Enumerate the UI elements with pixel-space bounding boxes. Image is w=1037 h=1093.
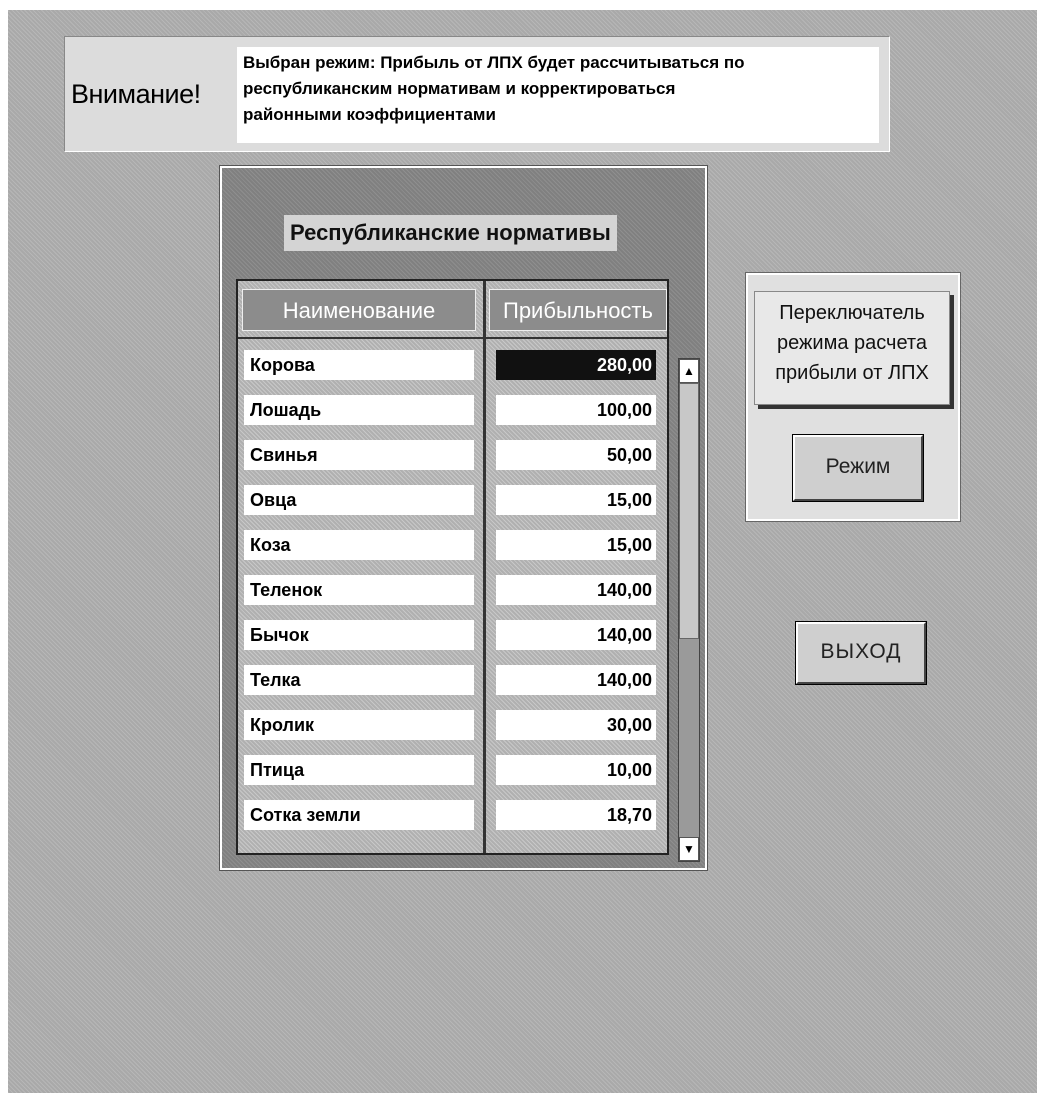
cell-name[interactable]: Сотка земли xyxy=(244,800,474,830)
cell-profitability[interactable]: 15,00 xyxy=(496,485,656,515)
table-row[interactable]: Птица 10,00 xyxy=(238,753,671,787)
table-row[interactable]: Коза 15,00 xyxy=(238,528,671,562)
column-header-profit[interactable]: Прибыльность xyxy=(489,289,667,331)
cell-name[interactable]: Корова xyxy=(244,350,474,380)
mode-switch-label: Переключатель режима расчета прибыли от … xyxy=(754,291,950,405)
cell-name[interactable]: Кролик xyxy=(244,710,474,740)
table-row[interactable]: Кролик 30,00 xyxy=(238,708,671,742)
cell-profitability[interactable]: 10,00 xyxy=(496,755,656,785)
table-row[interactable]: Сотка земли 18,70 xyxy=(238,798,671,832)
table-row[interactable]: Телка 140,00 xyxy=(238,663,671,697)
mode-switch-panel: Переключатель режима расчета прибыли от … xyxy=(745,272,961,522)
vertical-scrollbar[interactable]: ▲ ▼ xyxy=(678,358,700,862)
warning-message-box: Выбран режим: Прибыль от ЛПХ будет рассч… xyxy=(237,47,879,143)
table-row[interactable]: Лошадь 100,00 xyxy=(238,393,671,427)
table-row[interactable]: Теленок 140,00 xyxy=(238,573,671,607)
cell-name[interactable]: Бычок xyxy=(244,620,474,650)
cell-name[interactable]: Лошадь xyxy=(244,395,474,425)
form-background: Внимание! Выбран режим: Прибыль от ЛПХ б… xyxy=(8,10,1037,1093)
mode-button[interactable]: Режим xyxy=(792,434,924,502)
table-row[interactable]: Бычок 140,00 xyxy=(238,618,671,652)
cell-name[interactable]: Свинья xyxy=(244,440,474,470)
warning-title: Внимание! xyxy=(71,79,201,109)
norms-panel: Республиканские нормативы Наименование П… xyxy=(219,165,708,871)
cell-name[interactable]: Птица xyxy=(244,755,474,785)
cell-name[interactable]: Овца xyxy=(244,485,474,515)
warning-panel: Внимание! Выбран режим: Прибыль от ЛПХ б… xyxy=(64,36,890,152)
cell-name[interactable]: Телка xyxy=(244,665,474,695)
cell-profitability[interactable]: 100,00 xyxy=(496,395,656,425)
cell-profitability[interactable]: 140,00 xyxy=(496,620,656,650)
table-row[interactable]: Овца 15,00 xyxy=(238,483,671,517)
cell-profitability[interactable]: 280,00 xyxy=(496,350,656,380)
table-row[interactable]: Корова 280,00 xyxy=(238,348,671,382)
table-row[interactable]: Свинья 50,00 xyxy=(238,438,671,472)
scrollbar-thumb[interactable] xyxy=(679,383,699,639)
cell-profitability[interactable]: 140,00 xyxy=(496,575,656,605)
cell-profitability[interactable]: 15,00 xyxy=(496,530,656,560)
arrow-up-icon[interactable]: ▲ xyxy=(679,359,699,383)
cell-profitability[interactable]: 30,00 xyxy=(496,710,656,740)
cell-profitability[interactable]: 140,00 xyxy=(496,665,656,695)
column-header-name[interactable]: Наименование xyxy=(242,289,476,331)
warning-message: Выбран режим: Прибыль от ЛПХ будет рассч… xyxy=(243,53,745,124)
cell-profitability[interactable]: 18,70 xyxy=(496,800,656,830)
arrow-down-icon[interactable]: ▼ xyxy=(679,837,699,861)
cell-profitability[interactable]: 50,00 xyxy=(496,440,656,470)
exit-button[interactable]: ВЫХОД xyxy=(795,621,927,685)
cell-name[interactable]: Коза xyxy=(244,530,474,560)
norms-grid: Наименование Прибыльность Корова 280,00 Ло… xyxy=(236,279,669,855)
header-separator xyxy=(238,337,667,339)
cell-name[interactable]: Теленок xyxy=(244,575,474,605)
norms-title: Республиканские нормативы xyxy=(284,215,617,251)
